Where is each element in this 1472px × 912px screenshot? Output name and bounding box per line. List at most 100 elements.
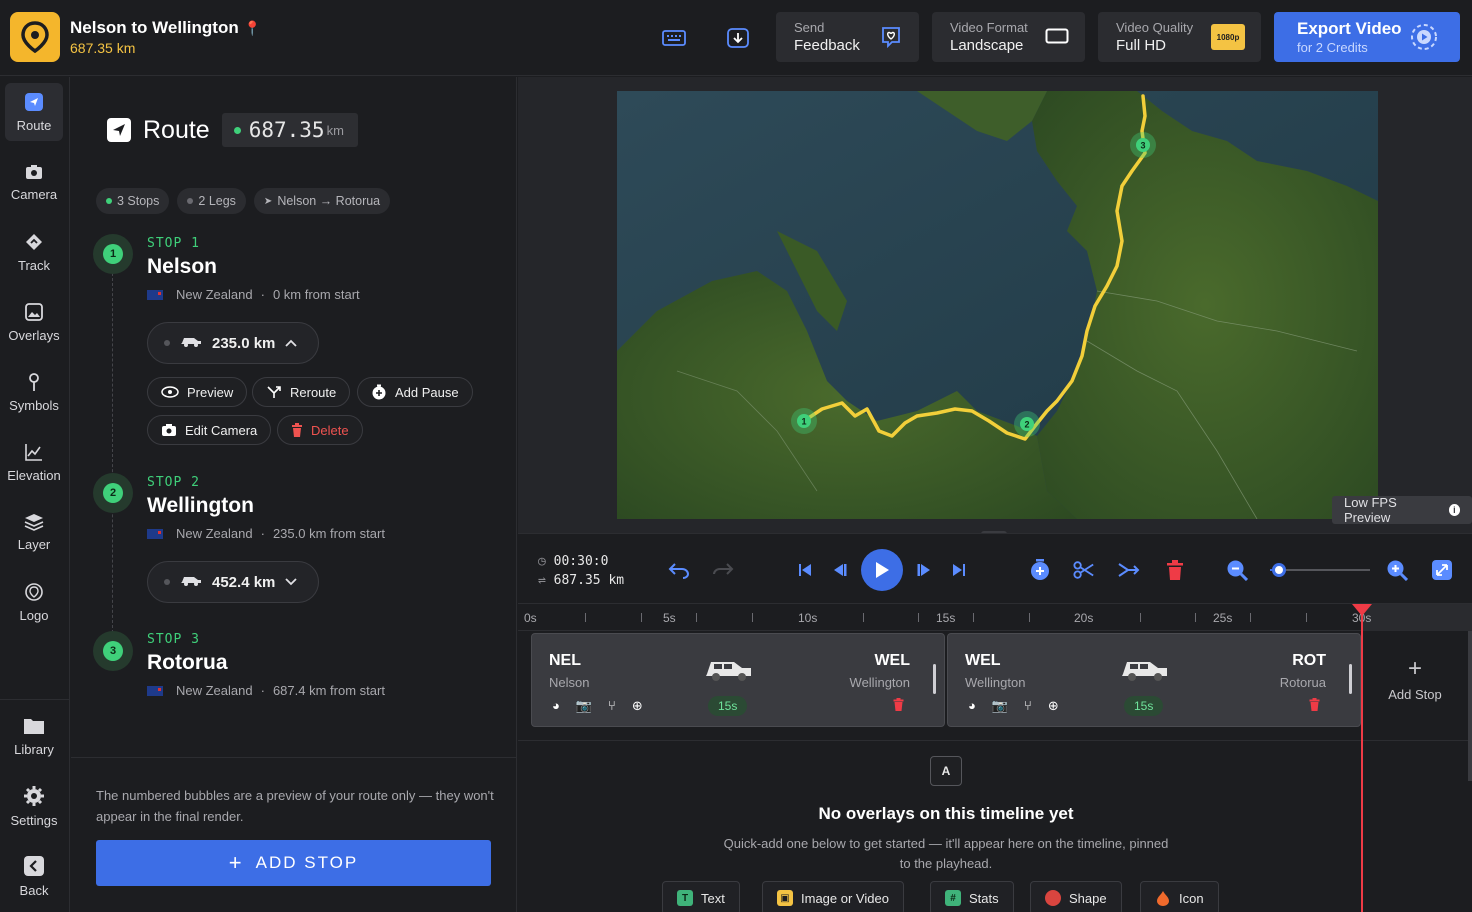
landscape-icon — [1045, 28, 1069, 49]
elevation-chart-icon — [25, 443, 42, 461]
nav-route[interactable]: Route — [5, 83, 63, 141]
camera-icon[interactable]: 📷 — [576, 698, 592, 714]
clip-resize-handle[interactable] — [1349, 664, 1352, 694]
text-overlay-icon: A — [930, 756, 962, 786]
chevron-up-icon — [285, 334, 298, 352]
nav-logo[interactable]: Logo — [5, 573, 63, 631]
reroute-icon[interactable]: ⑂ — [1024, 698, 1032, 714]
quick-add-stats[interactable]: # Stats — [930, 881, 1014, 912]
split-route-icon — [267, 386, 281, 398]
image-icon: ▣ — [777, 890, 793, 906]
preview-button[interactable]: Preview — [147, 377, 248, 407]
clip-duration[interactable]: 15s — [708, 696, 748, 716]
pie-icon[interactable]: ◕ — [968, 698, 976, 714]
map-marker-1[interactable]: 1 — [791, 408, 817, 434]
layers-icon — [24, 513, 44, 531]
leg-clip-2[interactable]: WEL Wellington ROT Rotorua ◕ 📷 ⑂ ⊕ 15s — [947, 633, 1361, 727]
trash-icon[interactable] — [893, 698, 904, 716]
app-logo[interactable] — [10, 12, 60, 62]
step-forward-icon[interactable] — [914, 559, 936, 581]
nav-symbols[interactable]: Symbols — [5, 363, 63, 421]
redo-icon[interactable] — [712, 559, 734, 581]
send-feedback-button[interactable]: Send Feedback — [776, 12, 919, 62]
clock-icon: ◷ — [538, 554, 546, 569]
zoom-slider-knob[interactable] — [1272, 563, 1286, 577]
overlays-empty-state: A No overlays on this timeline yet Quick… — [518, 742, 1361, 912]
trash-icon[interactable] — [1164, 559, 1186, 581]
timer-plus-icon[interactable]: ⊕ — [1048, 698, 1059, 714]
nav-overlays[interactable]: Overlays — [5, 293, 63, 351]
pie-icon[interactable]: ◕ — [552, 698, 560, 714]
car-icon — [180, 334, 202, 352]
nav-back[interactable]: Back — [5, 847, 63, 905]
quick-add-image-video[interactable]: ▣ Image or Video — [762, 881, 904, 912]
clip-resize-handle[interactable] — [933, 664, 936, 694]
map-marker-2[interactable]: 2 — [1014, 411, 1040, 437]
nav-settings[interactable]: Settings — [5, 777, 63, 835]
playhead-line[interactable] — [1361, 604, 1363, 912]
svg-text:1: 1 — [801, 417, 806, 427]
nz-flag-icon — [147, 685, 163, 696]
stop-3-meta: New Zealand · 687.4 km from start — [147, 683, 385, 698]
fit-timeline-icon[interactable] — [1431, 559, 1453, 581]
chevron-down-icon — [285, 573, 298, 591]
download-icon[interactable] — [724, 24, 752, 52]
undo-icon[interactable] — [668, 559, 690, 581]
stop-3-name[interactable]: Rotorua — [147, 651, 228, 675]
reroute-button[interactable]: Reroute — [252, 377, 351, 407]
route-summary-chips: 3 Stops 2 Legs ➤ Nelson → Rotorua — [96, 188, 391, 214]
video-quality-select[interactable]: Video Quality Full HD 1080p — [1098, 12, 1261, 62]
stops-connector — [112, 273, 113, 633]
merge-route-icon[interactable] — [1118, 559, 1140, 581]
hd-badge-icon: 1080p — [1211, 24, 1245, 50]
eye-icon — [161, 386, 179, 398]
nav-elevation[interactable]: Elevation — [5, 433, 63, 491]
trash-icon[interactable] — [1309, 698, 1320, 716]
playhead-handle[interactable] — [1352, 604, 1372, 616]
skip-start-icon[interactable] — [794, 559, 816, 581]
project-distance: 687.35 km — [70, 40, 136, 56]
play-button[interactable] — [861, 549, 903, 591]
step-back-icon[interactable] — [828, 559, 850, 581]
nav-library[interactable]: Library — [5, 707, 63, 765]
add-stop-button[interactable]: + ADD STOP — [96, 840, 491, 886]
clip-duration[interactable]: 15s — [1124, 696, 1164, 716]
video-format-select[interactable]: Video Format Landscape — [932, 12, 1085, 62]
timeline-add-stop-button[interactable]: + Add Stop — [1388, 657, 1442, 703]
stop-1-name[interactable]: Nelson — [147, 255, 217, 279]
reroute-icon[interactable]: ⑂ — [608, 698, 616, 714]
keyboard-icon[interactable] — [660, 24, 688, 52]
stop-2-name[interactable]: Wellington — [147, 494, 254, 518]
nav-camera[interactable]: Camera — [5, 153, 63, 211]
pin-icon — [29, 372, 39, 391]
leg-clip-1[interactable]: NEL Nelson WEL Wellington ◕ 📷 ⑂ ⊕ 15s — [531, 633, 945, 727]
project-title[interactable]: Nelson to Wellington 📍 — [70, 18, 261, 38]
export-video-button[interactable]: Export Video for 2 Credits — [1274, 12, 1460, 62]
edit-camera-button[interactable]: Edit Camera — [147, 415, 272, 445]
timeline-ruler[interactable]: 0s 5s 10s 15s 20s 25s 30s — [518, 603, 1472, 631]
leg-1-toggle[interactable]: 235.0 km — [147, 322, 319, 364]
low-fps-preview-toggle[interactable]: Low FPS Preview i — [1332, 495, 1472, 525]
zoom-in-icon[interactable] — [1386, 559, 1408, 581]
timer-plus-icon[interactable]: ⊕ — [632, 698, 643, 714]
map-marker-3[interactable]: 3 — [1130, 132, 1156, 158]
quick-add-shape[interactable]: Shape — [1030, 881, 1122, 912]
leg-2-toggle[interactable]: 452.4 km — [147, 561, 319, 603]
timeline-scrollbar[interactable] — [1468, 631, 1472, 781]
quick-add-text[interactable]: T Text — [662, 881, 740, 912]
add-pause-button[interactable]: Add Pause — [357, 377, 473, 407]
navigation-arrow-icon — [107, 118, 131, 142]
nav-layer[interactable]: Layer — [5, 503, 63, 561]
skip-end-icon[interactable] — [948, 559, 970, 581]
delete-stop-button[interactable]: Delete — [277, 415, 363, 445]
stop-2-meta: New Zealand · 235.0 km from start — [147, 526, 385, 541]
add-pause-icon[interactable] — [1029, 559, 1051, 581]
nz-flag-icon — [147, 528, 163, 539]
camera-icon[interactable]: 📷 — [992, 698, 1008, 714]
nav-track[interactable]: Track — [5, 223, 63, 281]
quick-add-icon[interactable]: Icon — [1140, 881, 1219, 912]
map-canvas[interactable]: 1 2 3 — [617, 91, 1378, 519]
zoom-out-icon[interactable] — [1226, 559, 1248, 581]
scissors-icon[interactable] — [1073, 559, 1095, 581]
stop-1-meta: New Zealand · 0 km from start — [147, 287, 360, 302]
